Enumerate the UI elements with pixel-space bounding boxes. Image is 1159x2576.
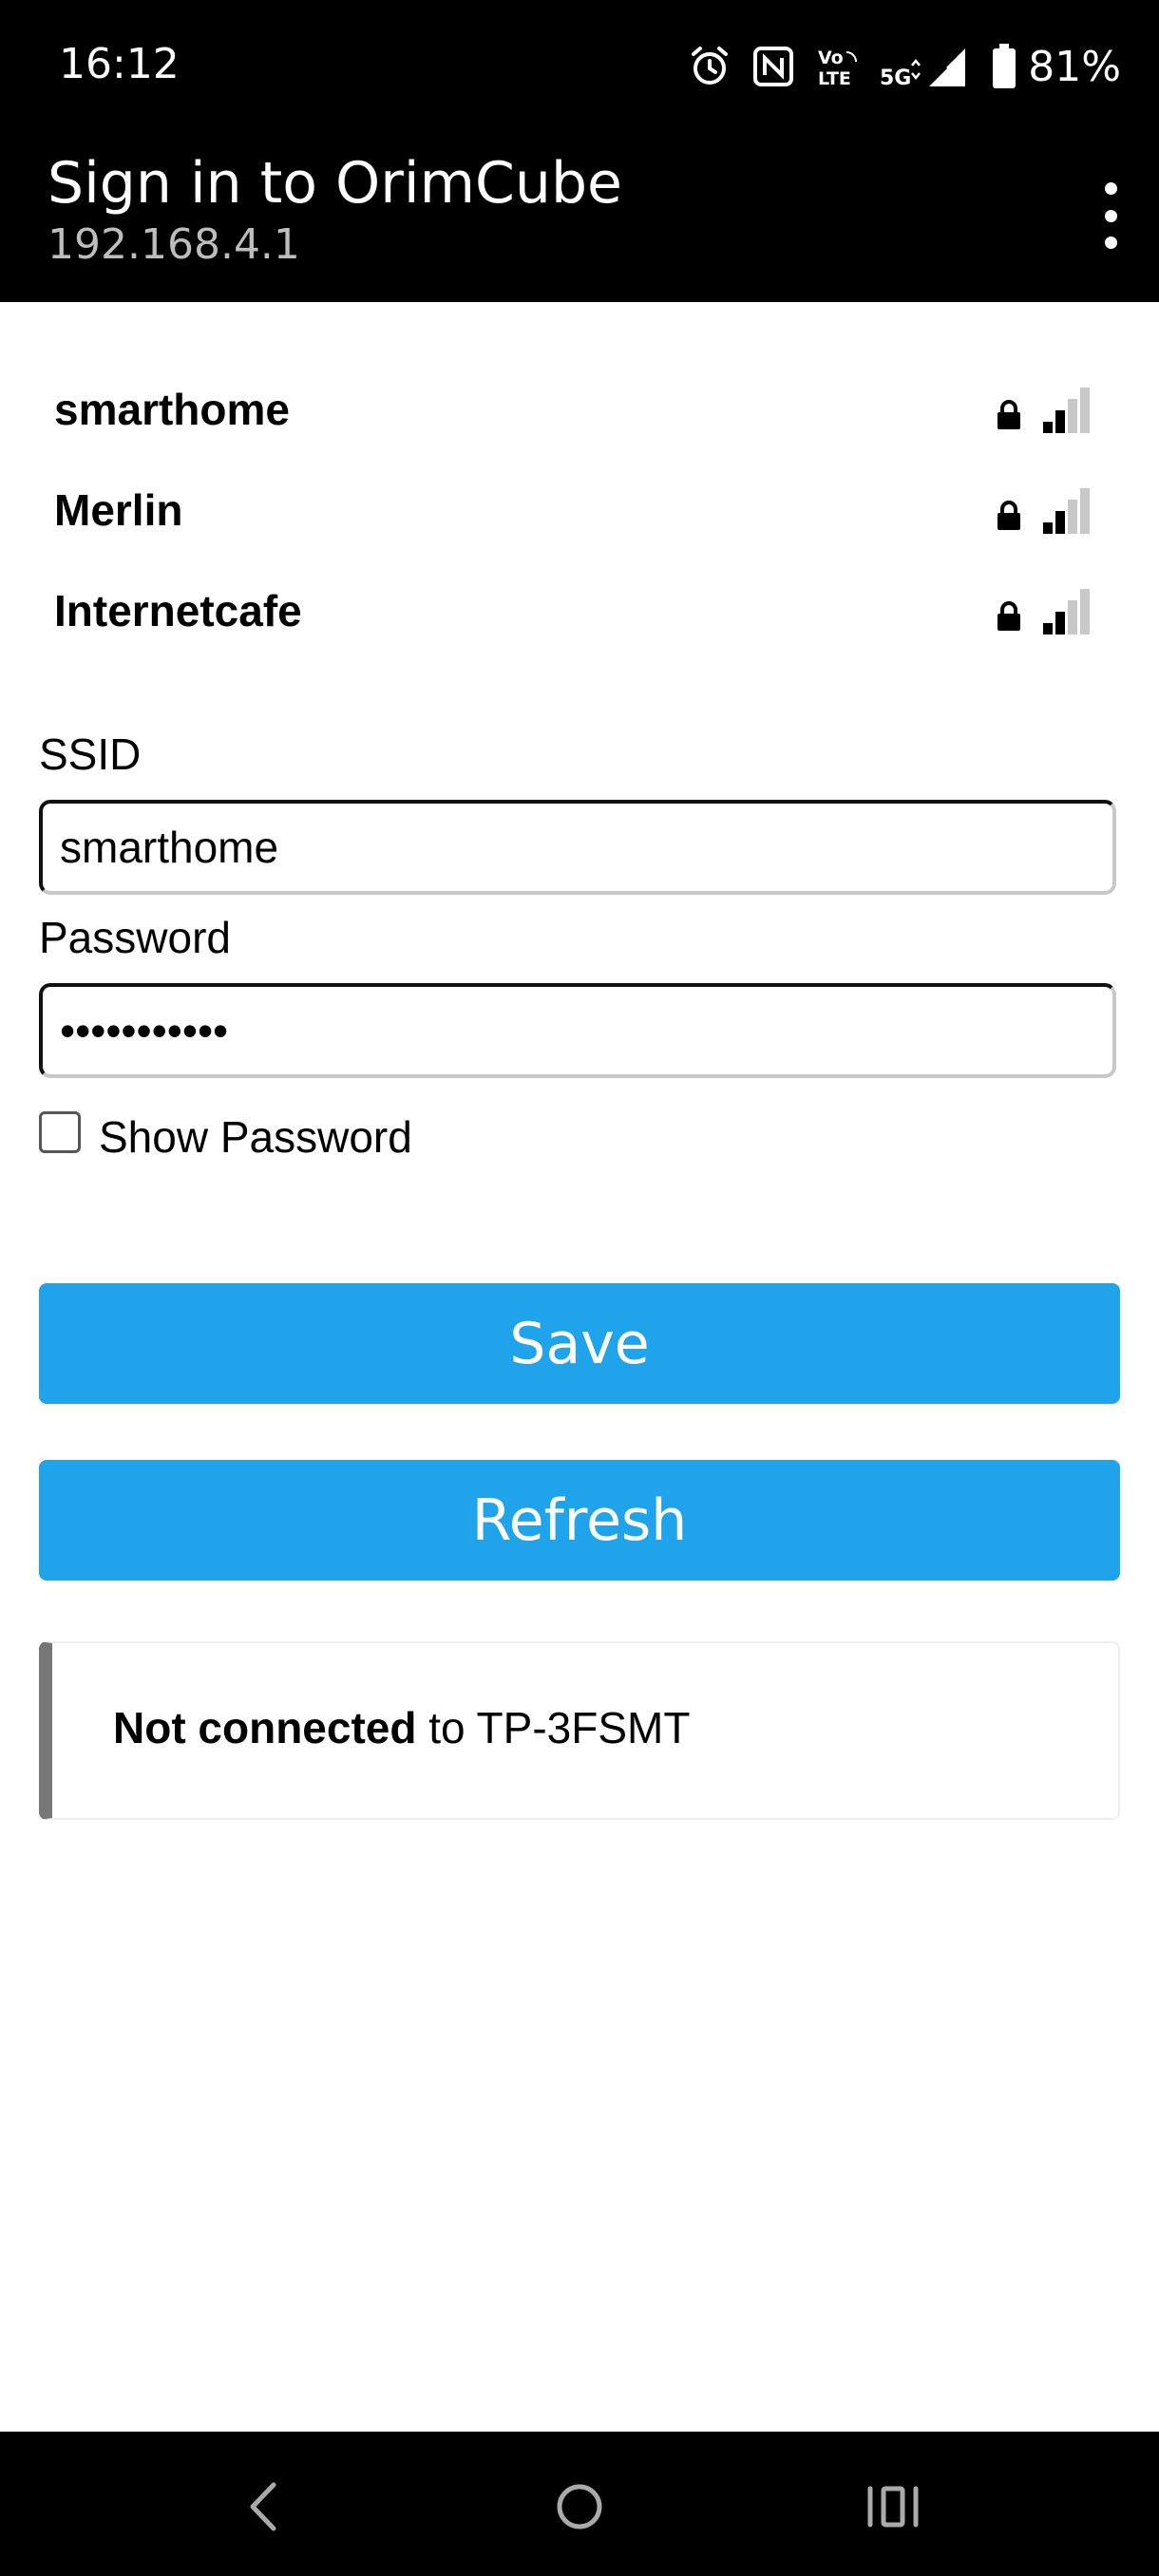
network-name: Merlin xyxy=(54,485,183,535)
ssid-label: SSID xyxy=(39,729,142,779)
battery-percent: 81% xyxy=(1028,42,1121,91)
lock-icon xyxy=(998,601,1020,631)
app-header: Sign in to OrimCube 192.168.4.1 xyxy=(0,133,1159,302)
lock-icon xyxy=(998,400,1020,429)
recent-apps-icon[interactable] xyxy=(855,2475,931,2538)
connection-network: to TP-3FSMT xyxy=(416,1703,691,1752)
volte-bottom: LTE xyxy=(818,68,851,88)
volte-icon: Vo LTE xyxy=(818,47,858,88)
connection-state: Not connected xyxy=(113,1703,417,1752)
network-name: smarthome xyxy=(54,385,290,434)
status-time: 16:12 xyxy=(59,40,180,88)
connection-status-text: Not connected to TP-3FSMT xyxy=(113,1702,690,1753)
refresh-button[interactable]: Refresh xyxy=(39,1460,1120,1581)
network-name: Internetcafe xyxy=(54,586,302,635)
nfc-icon xyxy=(753,47,794,86)
ssid-input[interactable] xyxy=(39,800,1116,895)
network-item[interactable]: Merlin xyxy=(0,462,1159,562)
battery-icon xyxy=(993,44,1016,88)
volte-top: Vo xyxy=(818,47,844,68)
network-list: smarthome Merlin Internetcafe xyxy=(0,361,1159,663)
signal-strength-icon xyxy=(1043,388,1090,433)
signal-strength-icon xyxy=(1043,589,1090,635)
page-title: Sign in to OrimCube xyxy=(48,150,622,217)
signal-strength-icon xyxy=(1043,488,1090,534)
lock-icon xyxy=(998,501,1020,530)
connection-status-box: Not connected to TP-3FSMT xyxy=(39,1641,1120,1820)
status-bar: 16:12 Vo LTE 5G 81% xyxy=(0,0,1159,133)
navigation-bar xyxy=(0,2432,1159,2576)
alarm-icon xyxy=(692,47,729,85)
page-subtitle: 192.168.4.1 xyxy=(48,220,300,269)
network-item[interactable]: Internetcafe xyxy=(0,562,1159,663)
show-password-label[interactable]: Show Password xyxy=(99,1111,412,1163)
network-item[interactable]: smarthome xyxy=(0,361,1159,462)
show-password-checkbox[interactable] xyxy=(39,1111,81,1153)
cell-signal-icon: 5G xyxy=(880,48,966,90)
status-icons: Vo LTE 5G 81% xyxy=(688,38,1121,95)
home-icon[interactable] xyxy=(542,2475,618,2538)
network-type: 5G xyxy=(880,66,911,90)
password-label: Password xyxy=(39,913,231,962)
overflow-menu-icon[interactable] xyxy=(1102,182,1119,249)
password-input[interactable] xyxy=(39,983,1116,1078)
save-button[interactable]: Save xyxy=(39,1283,1120,1404)
back-icon[interactable] xyxy=(228,2475,304,2538)
